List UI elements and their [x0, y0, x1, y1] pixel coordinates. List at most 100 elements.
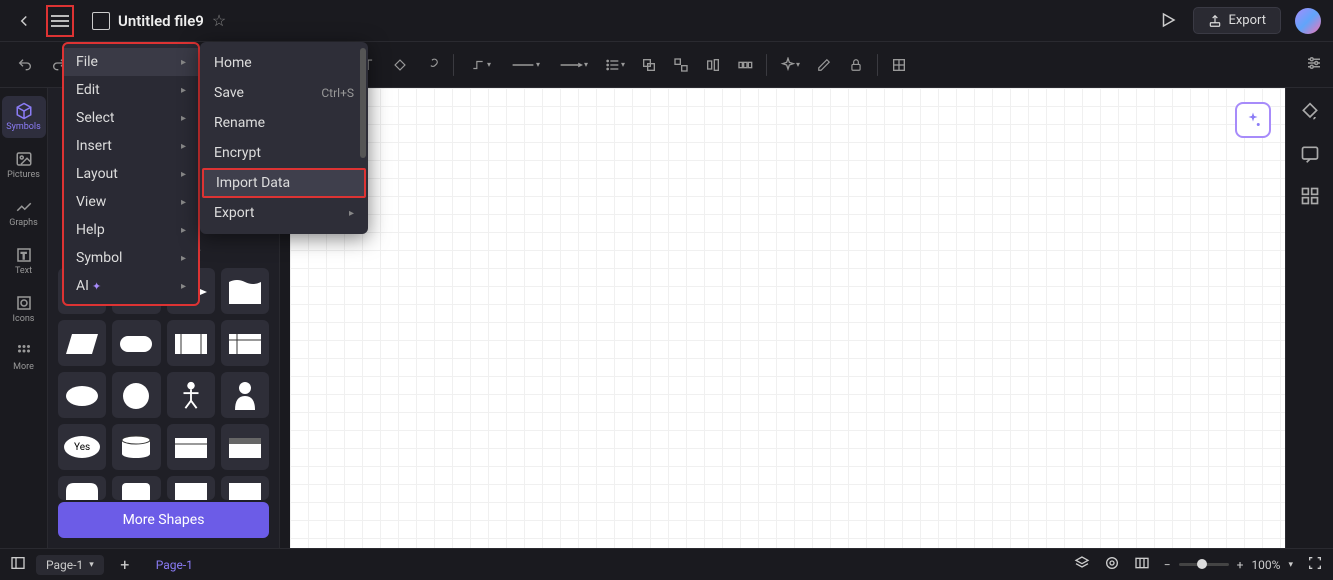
zoom-out-button[interactable]: − — [1164, 558, 1171, 572]
chevron-right-icon: ▸ — [181, 169, 186, 180]
effects-button[interactable]: ▾ — [773, 50, 807, 80]
menu-view[interactable]: View▸ — [64, 188, 198, 216]
shape-internal-storage[interactable] — [221, 320, 269, 366]
table-button[interactable] — [884, 50, 914, 80]
shape-person-solid[interactable] — [221, 372, 269, 418]
menu-help[interactable]: Help▸ — [64, 216, 198, 244]
present-button[interactable] — [1159, 11, 1179, 31]
diamond-tool-button[interactable] — [385, 50, 415, 80]
ungroup-button[interactable] — [666, 50, 696, 80]
menu-file[interactable]: File▸ — [64, 48, 198, 76]
shape-card[interactable] — [167, 424, 215, 470]
shortcut-label: Ctrl+S — [321, 86, 354, 100]
graphs-tab[interactable]: Graphs — [2, 192, 46, 234]
user-avatar[interactable] — [1295, 8, 1321, 34]
icons-tab[interactable]: Icons — [2, 288, 46, 330]
submenu-save[interactable]: SaveCtrl+S — [200, 78, 368, 108]
list-style-button[interactable]: ▾ — [598, 50, 632, 80]
shape-parallelogram[interactable] — [58, 320, 106, 366]
shape-ellipse[interactable] — [58, 372, 106, 418]
shape-predefined-process[interactable] — [167, 320, 215, 366]
export-button[interactable]: Export — [1193, 7, 1281, 34]
toolbar-settings-icon[interactable] — [1305, 54, 1323, 76]
symbols-tab[interactable]: Symbols — [2, 96, 46, 138]
shape-rounded-top[interactable] — [58, 476, 106, 500]
chevron-right-icon: ▸ — [181, 85, 186, 96]
panel-toggle-icon[interactable] — [10, 555, 26, 574]
favorite-star-icon[interactable]: ☆ — [212, 11, 226, 30]
link-button[interactable] — [417, 50, 447, 80]
back-button[interactable] — [12, 9, 36, 33]
main-menu-dropdown: File▸ Edit▸ Select▸ Insert▸ Layout▸ View… — [62, 42, 200, 306]
submenu-import-data[interactable]: Import Data — [202, 168, 366, 198]
menu-edit[interactable]: Edit▸ — [64, 76, 198, 104]
zoom-level[interactable]: 100% — [1251, 558, 1280, 572]
map-icon[interactable] — [1134, 555, 1150, 574]
fill-tool-icon[interactable] — [1300, 102, 1320, 122]
undo-button[interactable] — [10, 50, 40, 80]
submenu-export[interactable]: Export▸ — [200, 198, 368, 228]
shape-header-box[interactable] — [221, 424, 269, 470]
more-tab[interactable]: More — [2, 336, 46, 378]
menu-ai[interactable]: AI✦▸ — [64, 272, 198, 300]
file-submenu: Home SaveCtrl+S Rename Encrypt Import Da… — [200, 42, 368, 234]
left-nav-rail: Symbols Pictures Graphs T Text Icons Mor… — [0, 88, 48, 548]
chevron-right-icon: ▸ — [181, 197, 186, 208]
separator — [877, 54, 878, 76]
zoom-slider[interactable] — [1179, 563, 1229, 566]
separator — [766, 54, 767, 76]
shape-circle[interactable] — [112, 372, 160, 418]
file-title[interactable]: Untitled file9 — [118, 12, 204, 30]
shape-decision-yes[interactable]: Yes — [58, 424, 106, 470]
add-page-button[interactable]: + — [114, 554, 136, 576]
right-nav-rail — [1285, 88, 1333, 548]
edit-button[interactable] — [809, 50, 839, 80]
text-label: Text — [15, 266, 32, 276]
lock-button[interactable] — [841, 50, 871, 80]
document-icon — [92, 12, 110, 30]
icons-label: Icons — [13, 314, 35, 324]
page-selector[interactable]: Page-1▾ — [36, 555, 104, 575]
submenu-home[interactable]: Home — [200, 48, 368, 78]
menu-layout[interactable]: Layout▸ — [64, 160, 198, 188]
menu-symbol[interactable]: Symbol▸ — [64, 244, 198, 272]
menu-select[interactable]: Select▸ — [64, 104, 198, 132]
layers-icon[interactable] — [1074, 555, 1090, 574]
submenu-encrypt[interactable]: Encrypt — [200, 138, 368, 168]
distribute-button[interactable] — [730, 50, 760, 80]
group-button[interactable] — [634, 50, 664, 80]
fullscreen-button[interactable] — [1307, 555, 1323, 574]
comment-icon[interactable] — [1300, 144, 1320, 164]
pictures-label: Pictures — [7, 170, 40, 180]
pictures-tab[interactable]: Pictures — [2, 144, 46, 186]
canvas[interactable] — [290, 88, 1285, 548]
shape-cylinder[interactable] — [112, 424, 160, 470]
chevron-right-icon: ▸ — [181, 113, 186, 124]
zoom-in-button[interactable]: + — [1237, 558, 1244, 572]
shape-line-top[interactable] — [167, 476, 215, 500]
shape-wave[interactable] — [221, 268, 269, 314]
line-style-button[interactable]: ▾ — [502, 50, 548, 80]
chevron-right-icon: ▸ — [181, 57, 186, 68]
connector-button[interactable]: ▾ — [460, 50, 500, 80]
shape-person-stick[interactable] — [167, 372, 215, 418]
shape-card-partial[interactable] — [221, 476, 269, 500]
focus-icon[interactable] — [1104, 555, 1120, 574]
submenu-rename[interactable]: Rename — [200, 108, 368, 138]
apps-grid-icon[interactable] — [1300, 186, 1320, 206]
menu-insert[interactable]: Insert▸ — [64, 132, 198, 160]
graphs-label: Graphs — [9, 218, 38, 228]
shape-rect-partial[interactable] — [112, 476, 160, 500]
page-tab-1[interactable]: Page-1 — [146, 555, 203, 575]
text-tab[interactable]: T Text — [2, 240, 46, 282]
arrow-style-button[interactable]: ▾ — [550, 50, 596, 80]
shape-pill[interactable] — [112, 320, 160, 366]
svg-text:T: T — [21, 252, 27, 262]
chevron-right-icon: ▸ — [181, 281, 186, 292]
align-objects-button[interactable] — [698, 50, 728, 80]
chevron-right-icon: ▸ — [349, 208, 354, 219]
ai-assistant-button[interactable] — [1235, 102, 1271, 138]
submenu-scrollbar[interactable] — [360, 48, 366, 158]
more-shapes-button[interactable]: More Shapes — [58, 502, 269, 538]
hamburger-icon[interactable] — [51, 15, 69, 27]
